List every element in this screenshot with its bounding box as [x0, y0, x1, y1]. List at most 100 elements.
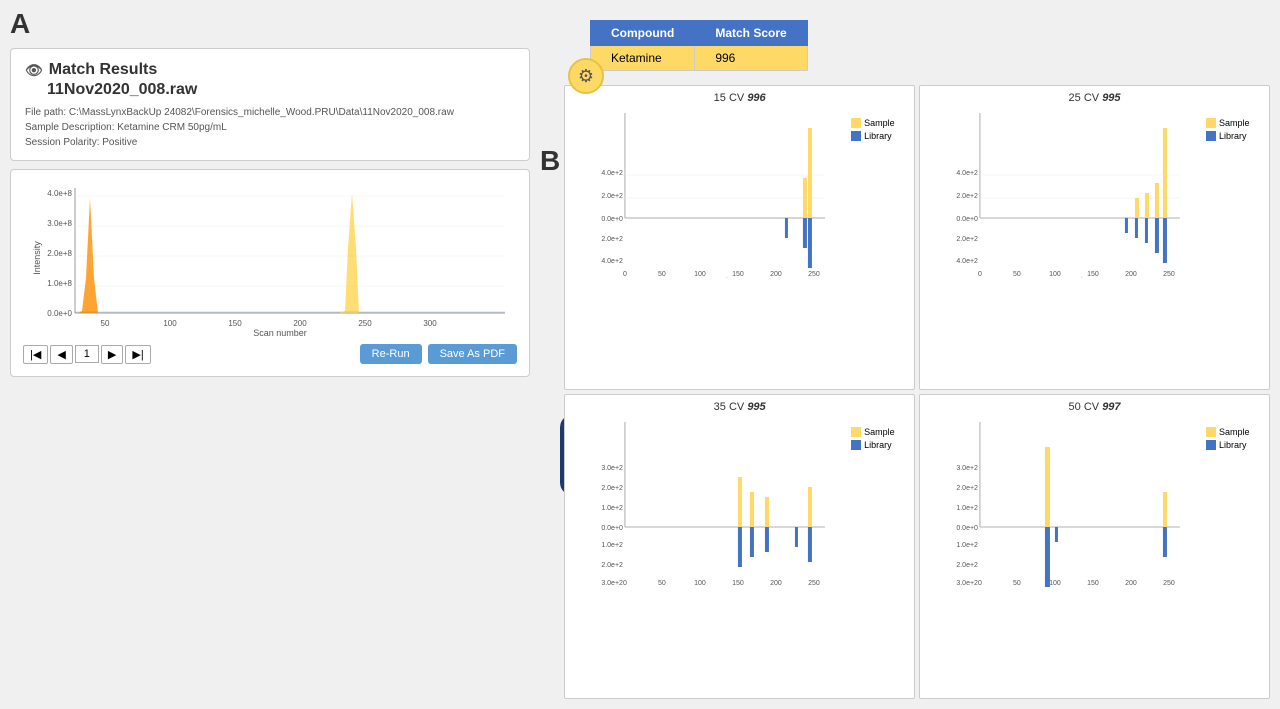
svg-text:2.0e+2: 2.0e+2 [602, 485, 624, 492]
cv25-score: 995 [1102, 92, 1120, 104]
svg-text:250: 250 [808, 580, 820, 587]
svg-text:0: 0 [978, 580, 982, 587]
svg-text:100: 100 [694, 271, 706, 278]
svg-text:2.0e+2: 2.0e+2 [956, 193, 978, 200]
match-results-card: 👁 Match Results 11Nov2020_008.raw File p… [10, 48, 530, 161]
section-b-label: B [540, 145, 560, 699]
main-container: A 👁 Match Results 11Nov2020_008.raw File… [0, 0, 1280, 709]
library-color-box [851, 131, 861, 141]
match-results-label: Match Results [49, 61, 157, 79]
svg-text:m/z: m/z [1074, 276, 1086, 278]
svg-text:50: 50 [658, 580, 666, 587]
svg-text:2.0e+2: 2.0e+2 [602, 193, 624, 200]
svg-text:1.0e+2: 1.0e+2 [602, 505, 624, 512]
svg-text:1.0e+8: 1.0e+8 [47, 279, 72, 288]
first-page-button[interactable]: |◀ [23, 345, 48, 364]
pagination-bar: |◀ ◀ 1 ▶ ▶| Re-Run Save As PDF [19, 338, 521, 368]
rerun-button[interactable]: Re-Run [360, 344, 422, 364]
svg-text:150: 150 [1087, 271, 1099, 278]
svg-text:0.0e+0: 0.0e+0 [956, 216, 978, 223]
next-page-button[interactable]: ▶ [101, 345, 123, 364]
svg-text:4.0e+2: 4.0e+2 [602, 258, 624, 265]
col-match-score: Match Score [695, 21, 807, 46]
compound-name: Ketamine [591, 46, 695, 71]
svg-text:200: 200 [770, 580, 782, 587]
svg-text:50: 50 [658, 271, 666, 278]
svg-text:m/z: m/z [719, 276, 731, 278]
svg-text:200: 200 [1125, 271, 1137, 278]
svg-text:1.0e+2: 1.0e+2 [956, 505, 978, 512]
svg-text:0: 0 [623, 580, 627, 587]
legend-library-cv25: Library [1206, 131, 1261, 141]
svg-text:150: 150 [228, 319, 242, 328]
library-color-box [1206, 131, 1216, 141]
svg-text:150: 150 [732, 580, 744, 587]
spectrum-plot-cv35: 0.0e+0 1.0e+2 2.0e+2 3.0e+2 1.0e+2 2.0e+… [573, 417, 847, 694]
action-buttons: Re-Run Save As PDF [360, 344, 517, 364]
spectra-grid: 15 CV 996 0.0e+0 2.0e+2 4.0e+2 [564, 85, 1270, 699]
svg-text:150: 150 [732, 271, 744, 278]
session-polarity: Session Polarity: Positive [25, 135, 515, 150]
sample-label: Sample [1219, 427, 1250, 437]
legend-library-cv35: Library [851, 440, 906, 450]
match-results-filename: 11Nov2020_008.raw [47, 81, 515, 99]
svg-text:0: 0 [978, 271, 982, 278]
svg-text:3.0e+2: 3.0e+2 [956, 580, 978, 587]
save-pdf-button[interactable]: Save As PDF [428, 344, 517, 364]
svg-text:3.0e+8: 3.0e+8 [47, 219, 72, 228]
pagination-controls: |◀ ◀ 1 ▶ ▶| [23, 345, 151, 364]
cv50-svg: 0.0e+0 1.0e+2 2.0e+2 3.0e+2 1.0e+2 2.0e+… [928, 417, 1202, 587]
legend-sample-cv35: Sample [851, 427, 906, 437]
last-page-button[interactable]: ▶| [125, 345, 150, 364]
library-label: Library [864, 131, 892, 141]
spectrum-title-cv25: 25 CV 995 [928, 92, 1261, 104]
svg-text:250: 250 [1163, 580, 1175, 587]
spectrum-title-cv15: 15 CV 996 [573, 92, 906, 104]
match-score-value: 996 [695, 46, 807, 71]
svg-text:1.0e+2: 1.0e+2 [602, 542, 624, 549]
svg-text:0.0e+0: 0.0e+0 [47, 309, 72, 318]
svg-text:4.0e+8: 4.0e+8 [47, 189, 72, 198]
legend-library-cv15: Library [851, 131, 906, 141]
svg-text:2.0e+2: 2.0e+2 [956, 485, 978, 492]
right-panel: ⚙ Compound Match Score Ketamine 996 [540, 10, 1270, 699]
svg-text:0: 0 [623, 271, 627, 278]
legend-sample-cv25: Sample [1206, 118, 1261, 128]
legend-sample-cv15: Sample [851, 118, 906, 128]
spectrum-title-cv35: 35 CV 995 [573, 401, 906, 413]
spectrum-plot-cv50: 0.0e+0 1.0e+2 2.0e+2 3.0e+2 1.0e+2 2.0e+… [928, 417, 1202, 694]
col-compound: Compound [591, 21, 695, 46]
spectrum-body-cv50: 0.0e+0 1.0e+2 2.0e+2 3.0e+2 1.0e+2 2.0e+… [928, 417, 1261, 694]
svg-text:100: 100 [694, 580, 706, 587]
svg-text:Intensity: Intensity [32, 241, 42, 275]
compound-match-table: Compound Match Score Ketamine 996 [590, 20, 808, 71]
page-number: 1 [75, 345, 99, 363]
svg-text:2.0e+2: 2.0e+2 [956, 562, 978, 569]
svg-text:3.0e+2: 3.0e+2 [602, 465, 624, 472]
spectrum-card-cv35: 35 CV 995 0.0e+0 1.0e+2 2.0e+2 3.0e+2 [564, 394, 915, 699]
section-b-area: B 15 CV 996 0.0e+0 [540, 85, 1270, 699]
legend-sample-cv50: Sample [1206, 427, 1261, 437]
svg-text:0.0e+0: 0.0e+0 [956, 525, 978, 532]
svg-text:2.0e+2: 2.0e+2 [956, 236, 978, 243]
chromatogram-svg: Intensity 0.0e+0 1.0e+8 2.0e+8 3.0e+8 4.… [19, 178, 521, 338]
match-meta: File path: C:\MassLynxBackUp 24082\Foren… [25, 105, 515, 150]
prev-page-button[interactable]: ◀ [50, 345, 72, 364]
svg-text:0.0e+0: 0.0e+0 [602, 525, 624, 532]
chromatogram-card: Intensity 0.0e+0 1.0e+8 2.0e+8 3.0e+8 4.… [10, 169, 530, 377]
svg-text:2.0e+2: 2.0e+2 [602, 236, 624, 243]
sample-label: Sample [864, 118, 895, 128]
gear-icon[interactable]: ⚙ [568, 58, 604, 94]
spectrum-legend-cv25: Sample Library [1206, 108, 1261, 385]
svg-text:150: 150 [1087, 580, 1099, 587]
cv35-svg: 0.0e+0 1.0e+2 2.0e+2 3.0e+2 1.0e+2 2.0e+… [573, 417, 847, 587]
match-results-title: 👁 Match Results [25, 61, 515, 79]
sample-color-box [1206, 427, 1216, 437]
section-a-label: A [10, 10, 530, 38]
sample-color-box [851, 427, 861, 437]
svg-text:4.0e+2: 4.0e+2 [602, 170, 624, 177]
svg-text:2.0e+2: 2.0e+2 [602, 562, 624, 569]
spectrum-body-cv35: 0.0e+0 1.0e+2 2.0e+2 3.0e+2 1.0e+2 2.0e+… [573, 417, 906, 694]
file-path: File path: C:\MassLynxBackUp 24082\Foren… [25, 105, 515, 120]
spectrum-plot-cv15: 0.0e+0 2.0e+2 4.0e+2 2.0e+2 4.0e+2 0 50 [573, 108, 847, 385]
